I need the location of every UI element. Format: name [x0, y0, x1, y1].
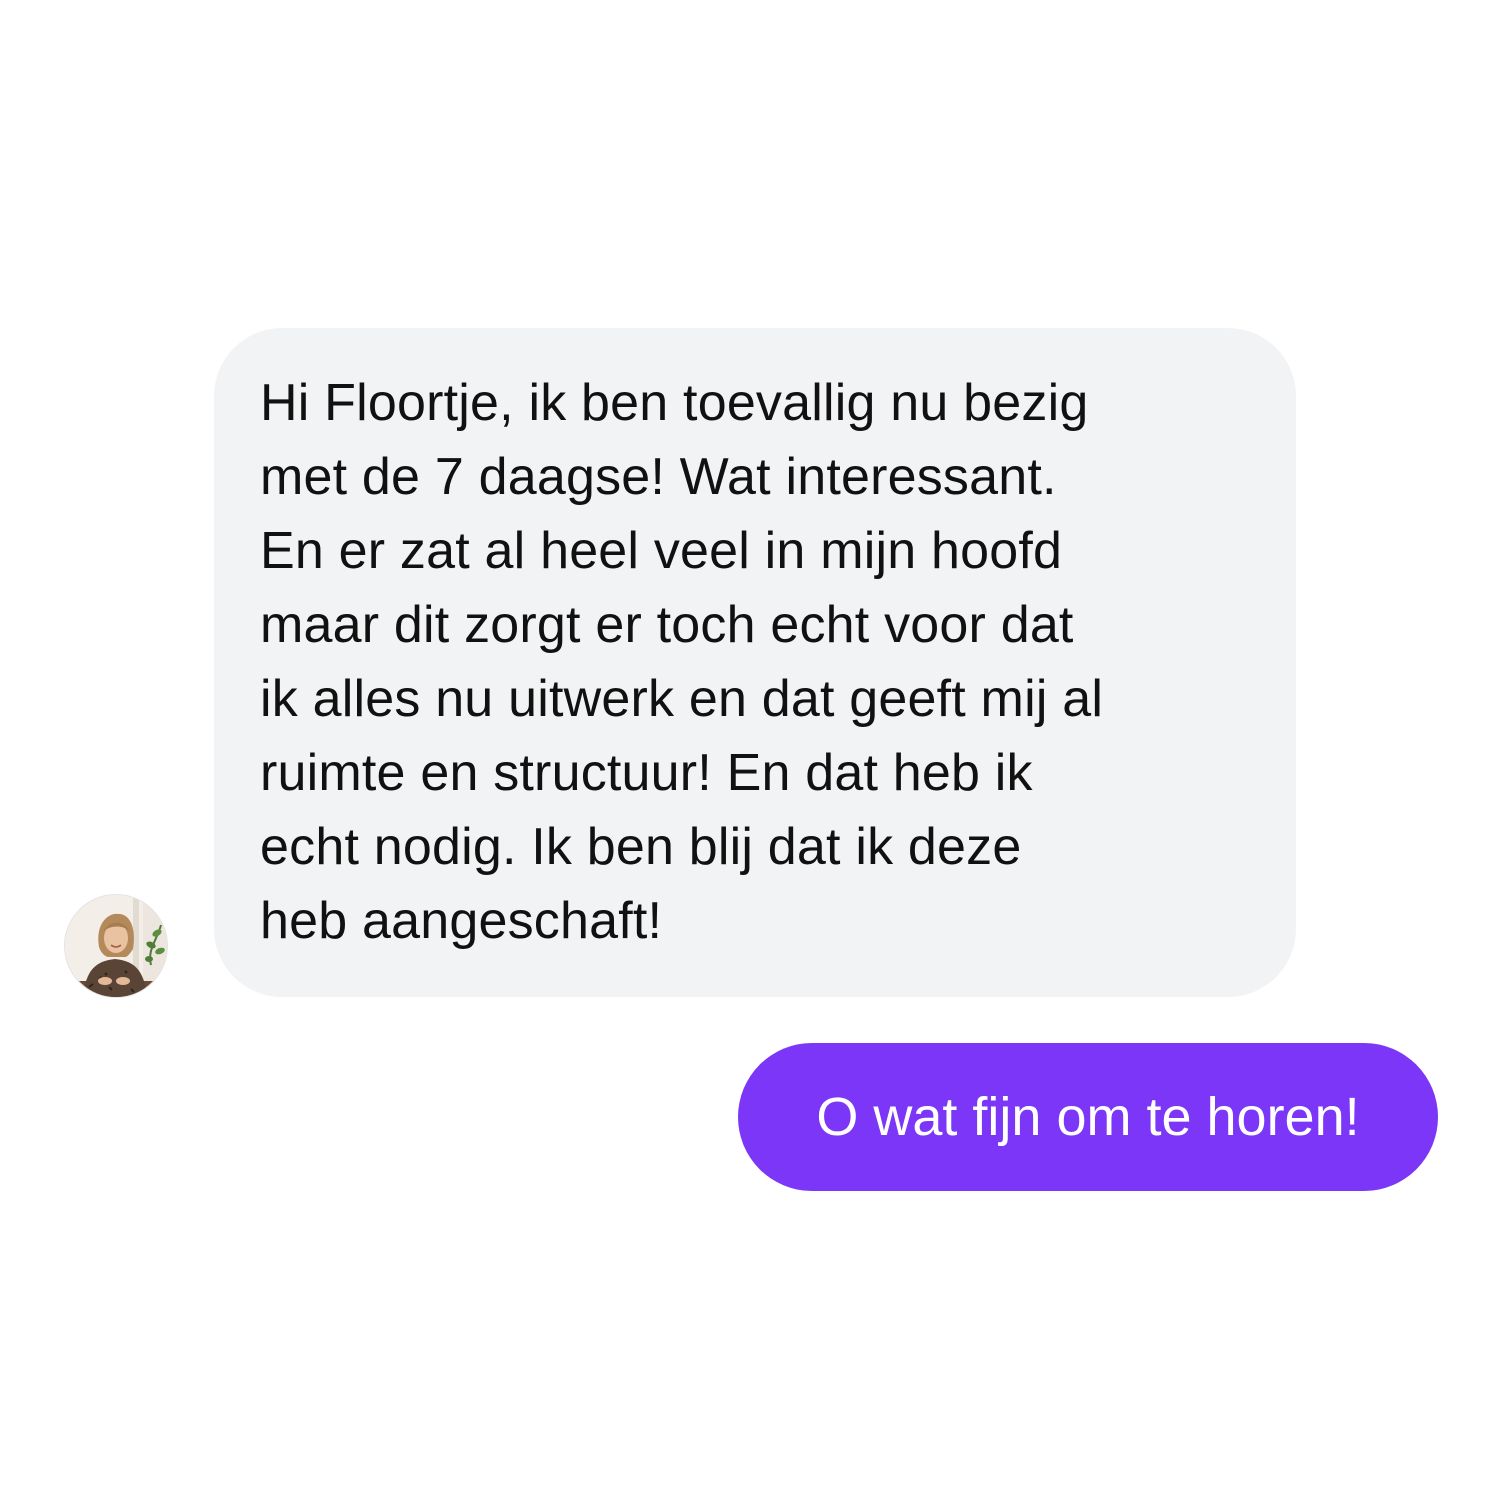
incoming-message-text: Hi Floortje, ik ben toevallig nu bezig m… [260, 374, 1104, 950]
chat-thread: Hi Floortje, ik ben toevallig nu bezig m… [0, 0, 1500, 1500]
avatar-photo-icon [65, 895, 167, 997]
outgoing-message-bubble[interactable]: O wat fijn om te horen! [738, 1043, 1438, 1191]
sender-avatar[interactable] [64, 894, 168, 998]
incoming-message-bubble[interactable]: Hi Floortje, ik ben toevallig nu bezig m… [214, 328, 1296, 997]
outgoing-message-text: O wat fijn om te horen! [816, 1087, 1360, 1147]
